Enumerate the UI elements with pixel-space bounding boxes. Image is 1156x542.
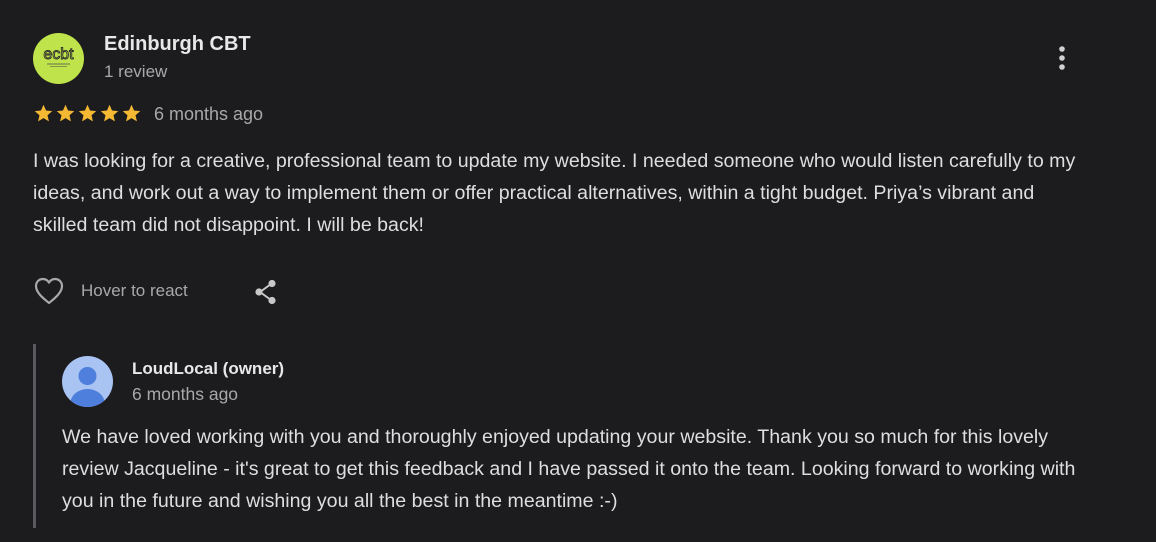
- review-text: I was looking for a creative, profession…: [33, 150, 1076, 236]
- svg-text:ecbt: ecbt: [43, 46, 74, 63]
- share-button[interactable]: [252, 278, 280, 306]
- owner-avatar[interactable]: [62, 356, 113, 407]
- star-icon: [100, 104, 119, 122]
- star-icon: [122, 104, 141, 122]
- three-dots-vertical-icon: [1059, 46, 1065, 70]
- star-rating: [33, 103, 142, 124]
- reviewer-review-count: 1 review: [104, 62, 168, 81]
- default-user-avatar-icon: [70, 367, 105, 407]
- owner-reply-date: 6 months ago: [132, 384, 239, 404]
- owner-reply-divider: [33, 344, 36, 528]
- star-icon: [56, 104, 75, 122]
- reviewer-avatar[interactable]: ecbt: [33, 33, 84, 84]
- share-icon: [255, 279, 276, 305]
- react-label: Hover to react: [81, 281, 188, 300]
- owner-name: LoudLocal (owner): [132, 359, 285, 378]
- react-button[interactable]: Hover to react: [33, 276, 188, 306]
- review-date: 6 months ago: [154, 104, 264, 124]
- review-card: ecbt Edinburgh CBT 1 review 6 months ago…: [0, 0, 1156, 542]
- heart-outline-icon: [34, 277, 64, 305]
- reviewer-name[interactable]: Edinburgh CBT: [104, 33, 251, 56]
- ecbt-logo-icon: ecbt: [43, 46, 75, 67]
- owner-reply-text: We have loved working with you and thoro…: [62, 426, 1076, 512]
- star-icon: [34, 104, 53, 122]
- star-icon: [78, 104, 97, 122]
- more-options-button[interactable]: [1048, 40, 1076, 76]
